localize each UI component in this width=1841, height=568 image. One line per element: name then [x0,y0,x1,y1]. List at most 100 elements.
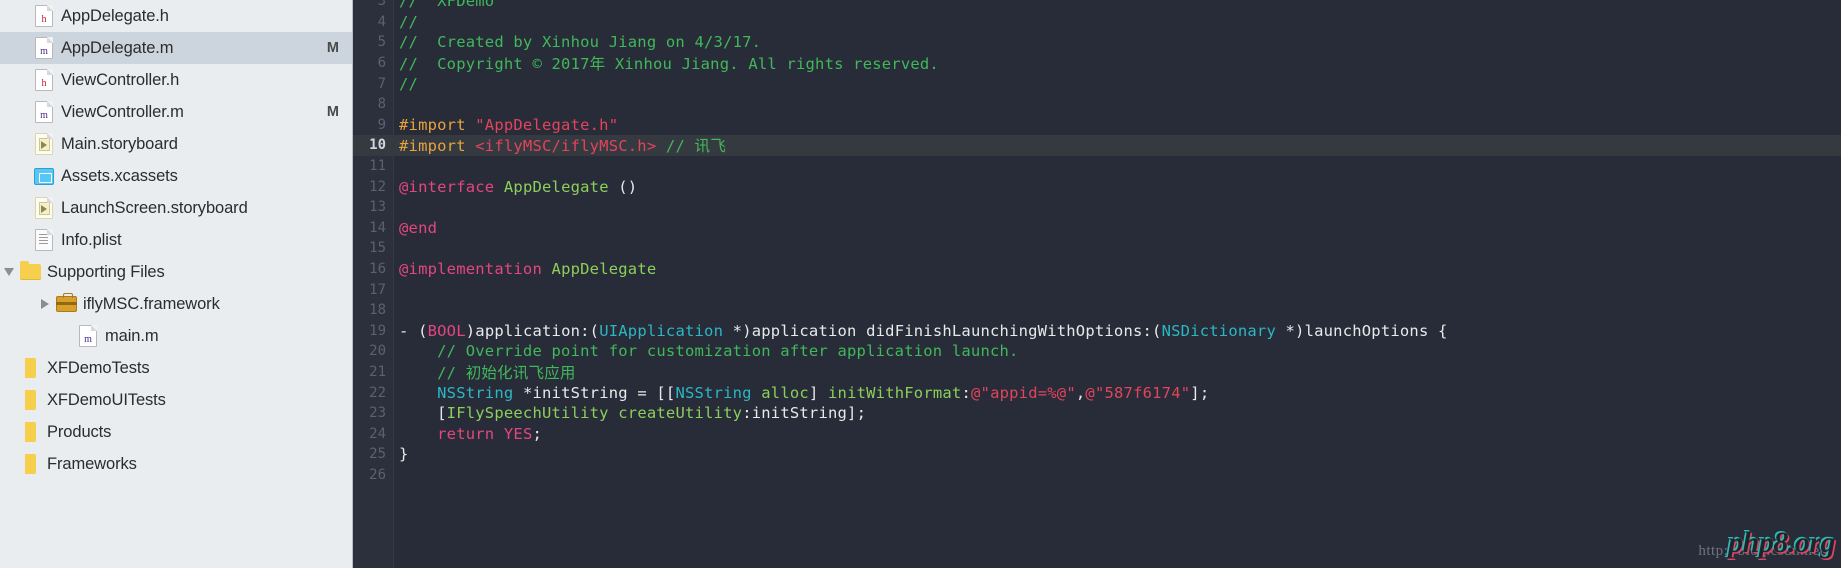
code-line-text[interactable]: @implementation AppDelegate [393,260,656,278]
code-token-plain: *initString = [[ [513,383,676,402]
code-line[interactable]: 4 // [353,12,1841,33]
header-file-icon: h [32,5,56,27]
code-line[interactable]: 21 // 初始化讯飞应用 [353,362,1841,383]
code-line[interactable]: 23 [IFlySpeechUtility createUtility:init… [353,403,1841,424]
code-line[interactable]: 11 [353,156,1841,177]
line-number: 14 [369,219,386,236]
line-number: 9 [377,116,386,133]
code-line[interactable]: 25} [353,444,1841,465]
project-navigator[interactable]: h AppDelegate.h m AppDelegate.m Mh ViewContro… [0,0,353,568]
code-line[interactable]: 15 [353,238,1841,259]
storyboard-file-icon [32,133,56,155]
chevron-down-icon[interactable] [0,268,18,276]
watermark-brand-text: php8.org [1728,526,1835,559]
sidebar-item-viewcontroller-m[interactable]: m ViewController.m M [0,96,353,128]
folder-icon [18,261,42,280]
code-line-text[interactable]: // XFDemo [393,0,494,10]
code-token-comment: // 初始化讯飞应用 [437,363,576,382]
sidebar-item-info-plist[interactable]: Info.plist [0,224,353,256]
code-line[interactable]: 9 #import "AppDelegate.h" [353,115,1841,136]
code-line-text[interactable]: @interface AppDelegate () [393,178,637,196]
code-line-text[interactable]: // Created by Xinhou Jiang on 4/3/17. [393,33,761,51]
code-line[interactable]: 12 @interface AppDelegate () [353,176,1841,197]
objc-file-icon: m [32,101,56,123]
sidebar-item-iflymsc-framework[interactable]: iflyMSC.framework [0,288,353,320]
line-number: 4 [377,13,386,30]
code-line[interactable]: 26 [353,465,1841,486]
code-line-text[interactable]: @end [393,219,437,237]
sidebar-item-assets-xcassets[interactable]: Assets.xcassets [0,160,353,192]
code-line-text[interactable]: // [393,13,418,31]
line-number: 26 [369,466,386,483]
code-line[interactable]: 20 // Override point for customization a… [353,341,1841,362]
sidebar-item-xfdemouitests[interactable]: XFDemoUITests [0,384,353,416]
sidebar-item-appdelegate-m[interactable]: m AppDelegate.m M [0,32,353,64]
sidebar-item-frameworks[interactable]: Frameworks [0,448,353,480]
code-line-text[interactable]: #import <iflyMSC/iflyMSC.h> // 讯飞 [393,134,726,156]
code-token-cls: AppDelegate [503,177,609,196]
sidebar-item-viewcontroller-h[interactable]: h ViewController.h [0,64,353,96]
line-number: 8 [377,96,386,113]
code-line-text[interactable]: #import "AppDelegate.h" [393,116,618,134]
code-token-str: @"587f6174" [1085,383,1191,402]
code-line-text[interactable]: // [393,75,418,93]
code-token-plain: () [608,177,638,196]
sidebar-item-label: Main.storyboard [61,134,178,153]
code-line[interactable]: 18 [353,300,1841,321]
project-navigator-list[interactable]: h AppDelegate.h m AppDelegate.m Mh ViewContro… [0,0,353,480]
code-token-pre: #import [399,115,476,134]
code-token-plain: )application:( [465,321,600,340]
code-token-comment: // Created by Xinhou Jiang on 4/3/17. [399,33,762,52]
code-token-type: NSDictionary [1161,321,1276,340]
code-line-text[interactable]: // Override point for customization afte… [393,342,1019,360]
code-token-cls: initWithFormat [828,383,962,402]
code-line-text[interactable]: return YES; [393,425,542,443]
code-editor[interactable]: 3 // XFDemo 4 // 5 // Created by Xinhou Jiang… [353,0,1841,568]
code-line-text[interactable]: - (BOOL)application:(UIApplication *)app… [393,322,1448,340]
line-number: 20 [369,343,386,360]
line-number: 23 [369,405,386,422]
sidebar-scrollbar[interactable] [345,0,352,568]
code-line-text[interactable]: } [393,445,409,463]
sidebar-item-label: iflyMSC.framework [83,294,220,313]
code-token-plain: - ( [399,321,428,340]
sidebar-item-launchscreen-storyboard[interactable]: LaunchScreen.storyboard [0,192,353,224]
storyboard-file-icon [32,197,56,219]
code-line-text[interactable]: // Copyright © 2017年 Xinhou Jiang. All r… [393,52,939,74]
code-line-text[interactable]: NSString *initString = [[NSString alloc]… [393,384,1209,402]
code-line[interactable]: 24 return YES; [353,423,1841,444]
sidebar-item-label: XFDemoTests [47,358,150,377]
sidebar-item-main-storyboard[interactable]: Main.storyboard [0,128,353,160]
sidebar-item-supporting-files[interactable]: Supporting Files [0,256,353,288]
code-line[interactable]: 16 @implementation AppDelegate [353,259,1841,280]
code-line[interactable]: 22 NSString *initString = [[NSString all… [353,382,1841,403]
code-line[interactable]: 19 - (BOOL)application:(UIApplication *)a… [353,321,1841,342]
sidebar-item-products[interactable]: Products [0,416,353,448]
status-badge: M [326,40,339,56]
code-line[interactable]: 3 // XFDemo [353,0,1841,12]
sidebar-item-label: Info.plist [61,230,122,249]
sidebar-item-appdelegate-h[interactable]: h AppDelegate.h [0,0,353,32]
line-number: 10 [369,137,386,154]
code-line-text[interactable]: [IFlySpeechUtility createUtility:initStr… [393,404,866,422]
code-line[interactable]: 13 [353,197,1841,218]
code-line-text[interactable]: // 初始化讯飞应用 [393,361,576,383]
code-line[interactable]: 5 // Created by Xinhou Jiang on 4/3/17. [353,32,1841,53]
code-line[interactable]: 7 // [353,73,1841,94]
line-number: 19 [369,322,386,339]
sidebar-item-label: main.m [105,326,159,345]
code-lines[interactable]: 3 // XFDemo 4 // 5 // Created by Xinhou Jiang… [353,0,1841,485]
code-line[interactable]: 17 [353,279,1841,300]
code-line[interactable]: 10 #import <iflyMSC/iflyMSC.h> // 讯飞 [353,135,1841,156]
sidebar-item-main-m[interactable]: m main.m [0,320,353,352]
chevron-right-icon[interactable] [36,299,54,309]
code-line[interactable]: 6 // Copyright © 2017年 Xinhou Jiang. All … [353,53,1841,74]
sidebar-item-xfdemotests[interactable]: XFDemoTests [0,352,353,384]
code-line[interactable]: 14 @end [353,218,1841,239]
code-line[interactable]: 8 [353,94,1841,115]
folder-clip-icon [18,454,42,474]
